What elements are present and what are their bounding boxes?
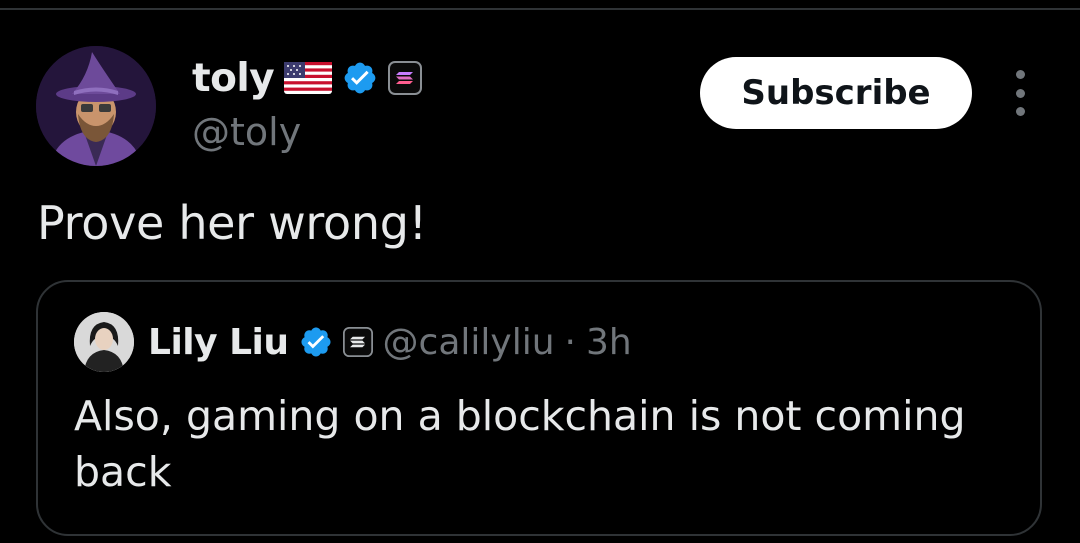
author-handle[interactable]: @toly xyxy=(192,110,301,154)
solana-affiliate-icon[interactable] xyxy=(388,61,423,95)
separator-dot: · xyxy=(564,321,576,363)
author-name[interactable]: toly xyxy=(192,56,275,101)
solana-affiliate-icon[interactable] xyxy=(342,327,373,357)
quoted-tweet-time[interactable]: 3h xyxy=(586,322,632,363)
top-divider xyxy=(0,8,1080,10)
quoted-author-handle[interactable]: @calilyliu xyxy=(383,322,555,363)
verified-badge-icon[interactable] xyxy=(342,60,378,96)
quoted-author-avatar[interactable] xyxy=(74,312,134,372)
quoted-tweet-card[interactable]: Lily Liu @calilyliu · 3h Also, gaming on… xyxy=(36,280,1042,536)
subscribe-button[interactable]: Subscribe xyxy=(700,57,972,129)
quoted-tweet-header: Lily Liu @calilyliu · 3h xyxy=(148,316,632,368)
verified-badge-icon[interactable] xyxy=(299,325,333,359)
more-dot xyxy=(1015,88,1025,98)
more-vertical-icon[interactable] xyxy=(1004,70,1036,116)
author-name-row: toly xyxy=(192,52,423,104)
more-dot xyxy=(1015,70,1025,79)
quoted-author-name[interactable]: Lily Liu xyxy=(148,322,289,363)
author-avatar[interactable] xyxy=(36,46,156,166)
tweet-text: Prove her wrong! xyxy=(37,196,427,250)
more-dot xyxy=(1015,107,1025,116)
us-flag-icon xyxy=(284,62,333,94)
quoted-tweet-text: Also, gaming on a blockchain is not comi… xyxy=(74,392,966,496)
